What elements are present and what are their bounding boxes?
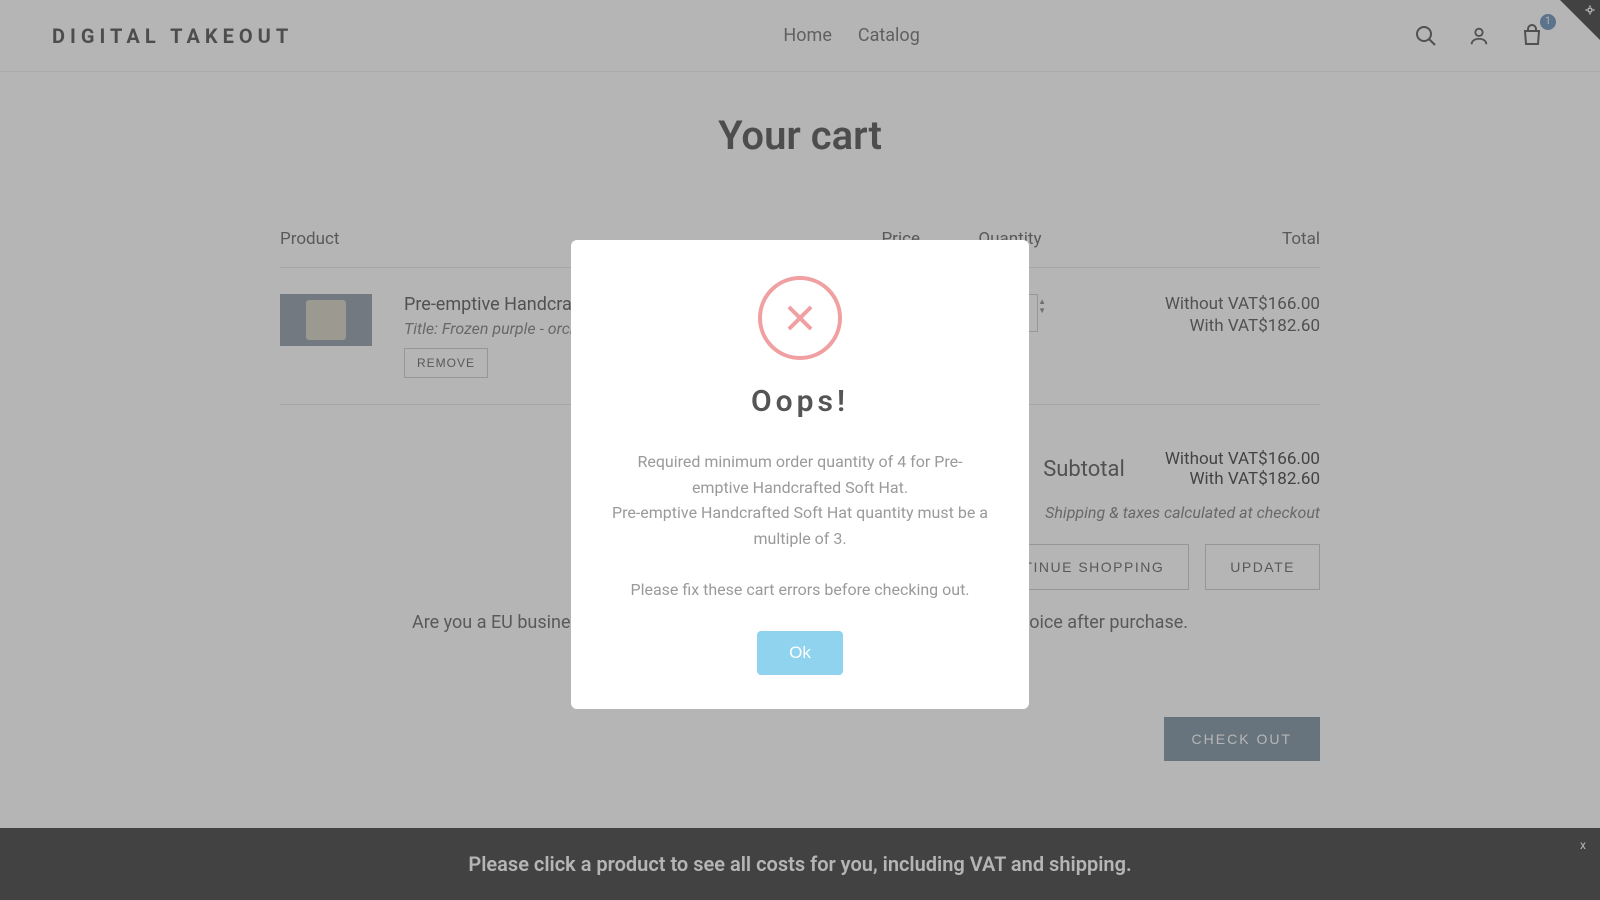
modal-line-2: Pre-emptive Handcrafted Soft Hat quantit…	[611, 500, 989, 551]
modal-overlay[interactable]: Oops! Required minimum order quantity of…	[0, 0, 1600, 900]
modal-line-3: Please fix these cart errors before chec…	[611, 577, 989, 603]
modal-line-1: Required minimum order quantity of 4 for…	[611, 449, 989, 500]
modal-body: Required minimum order quantity of 4 for…	[611, 449, 989, 603]
modal-ok-button[interactable]: Ok	[757, 631, 843, 675]
modal-title: Oops!	[611, 384, 989, 419]
error-icon	[758, 276, 842, 360]
error-modal: Oops! Required minimum order quantity of…	[571, 240, 1029, 709]
